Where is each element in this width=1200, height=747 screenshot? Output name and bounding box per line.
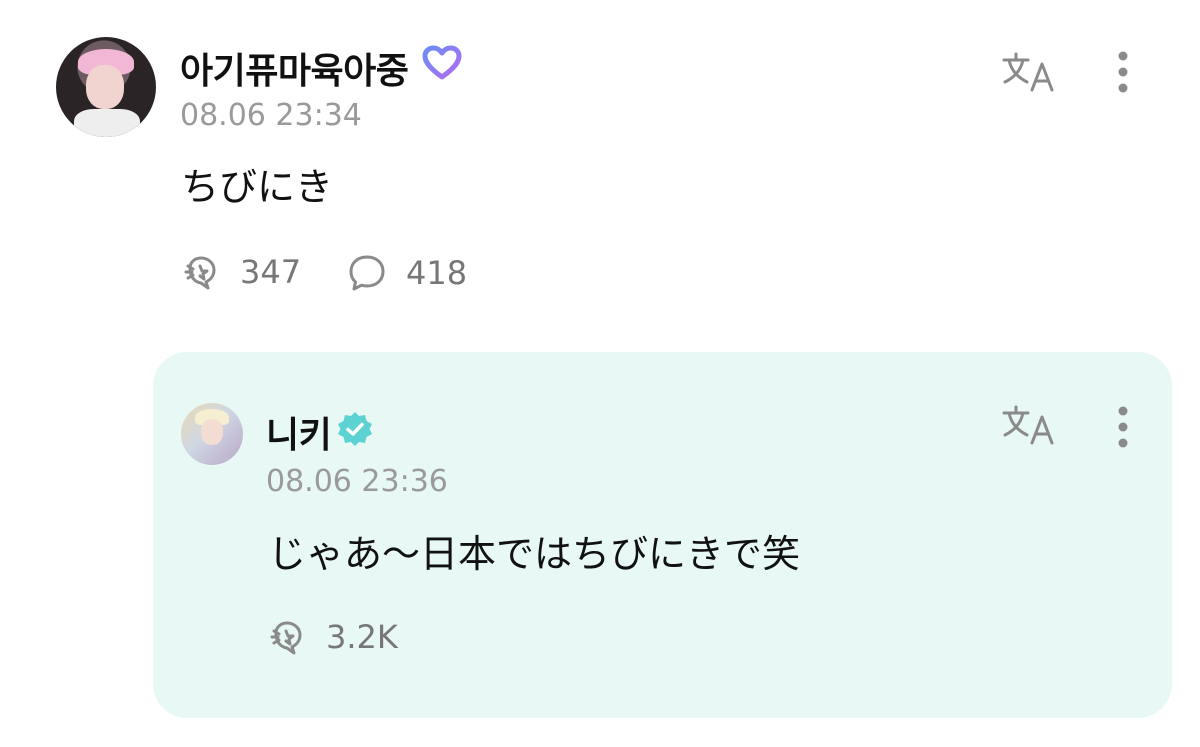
- reply-like-count: 3.2K: [326, 618, 398, 656]
- cheer-icon: [270, 621, 302, 655]
- reply-author-avatar[interactable]: [181, 403, 243, 465]
- like-count: 347: [240, 253, 302, 291]
- post: 아기퓨마육아중 08.06 23:34 ちびにき 347 418: [0, 0, 1200, 330]
- verified-badge-icon: [338, 412, 372, 446]
- comment-button[interactable]: 418: [346, 252, 467, 294]
- reply-like-button[interactable]: 3.2K: [268, 617, 398, 657]
- cheer-icon: [184, 256, 216, 290]
- avatar-shirt: [74, 109, 140, 137]
- more-options-icon[interactable]: [1108, 403, 1138, 451]
- author-avatar[interactable]: [56, 37, 156, 137]
- author-name[interactable]: 아기퓨마육아중: [180, 42, 409, 94]
- avatar-face: [86, 65, 124, 109]
- translate-icon[interactable]: [1000, 50, 1058, 94]
- post-timestamp: 08.06 23:34: [180, 98, 362, 133]
- heart-badge-icon: [422, 45, 462, 80]
- reply-author-name[interactable]: 니키: [266, 406, 332, 458]
- translate-icon[interactable]: [1000, 403, 1058, 447]
- comment-count: 418: [406, 254, 468, 292]
- like-button[interactable]: 347: [182, 252, 301, 292]
- post-text: ちびにき: [181, 165, 334, 209]
- reply-timestamp: 08.06 23:36: [266, 464, 448, 499]
- reply-text: じゃあ〜日本ではちびにきで笑: [268, 532, 801, 576]
- more-options-icon[interactable]: [1108, 48, 1138, 96]
- comment-icon: [349, 255, 385, 291]
- avatar-face: [201, 419, 223, 445]
